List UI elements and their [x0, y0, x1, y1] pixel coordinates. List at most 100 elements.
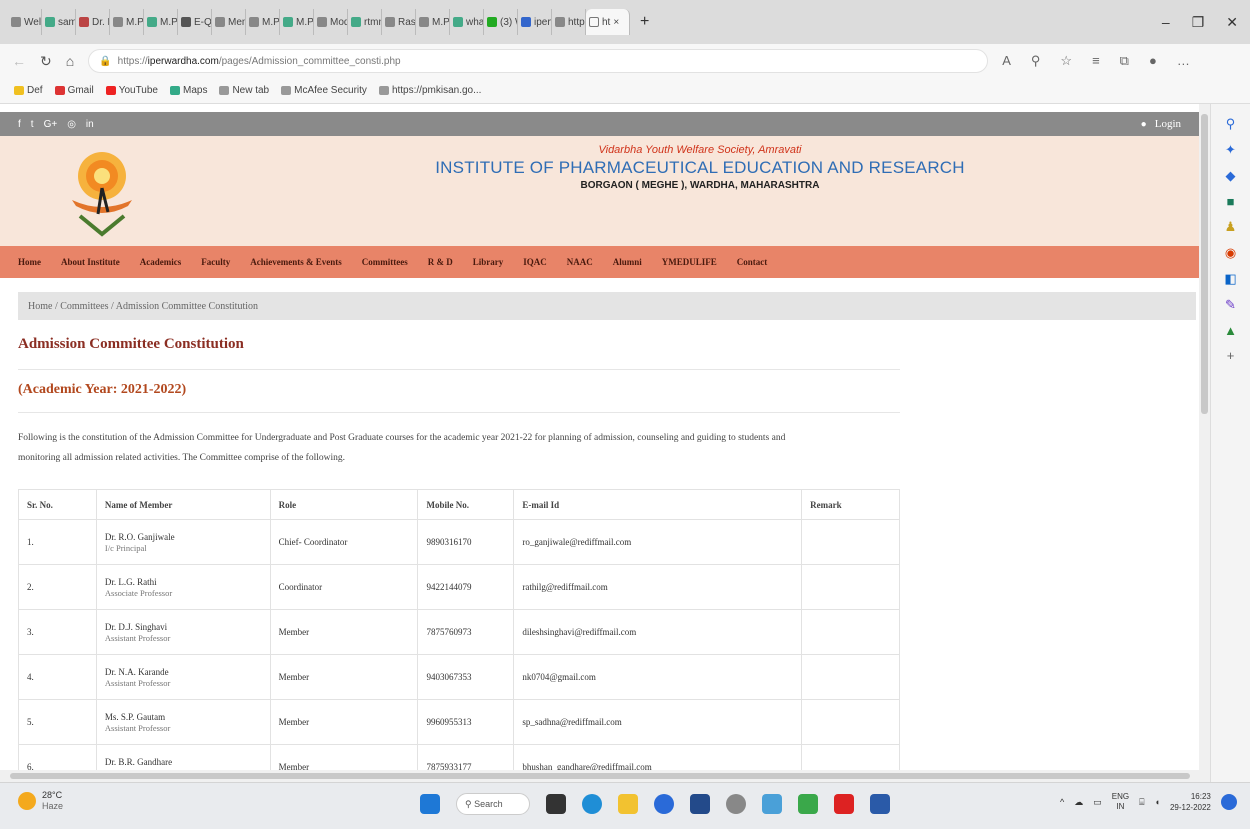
tab-favicon-icon: [521, 17, 531, 27]
browser-tab[interactable]: sampl: [42, 9, 76, 35]
browser-tab[interactable]: M.Pha: [144, 9, 178, 35]
favorite-label: Gmail: [67, 85, 94, 96]
word-icon[interactable]: [870, 794, 890, 814]
back-icon[interactable]: ←: [12, 53, 26, 69]
favorite-item[interactable]: YouTube: [105, 85, 158, 96]
windows-start-icon[interactable]: [420, 794, 440, 814]
browser-tab[interactable]: M.Pha: [280, 9, 314, 35]
tab-close-icon[interactable]: ×: [613, 17, 619, 28]
login-link[interactable]: Login: [1155, 118, 1181, 130]
notification-icon[interactable]: [1220, 794, 1237, 810]
twitter-icon[interactable]: t: [31, 119, 34, 130]
member-role: Coordinator: [269, 564, 419, 610]
browser-tab[interactable]: E-Qua: [178, 9, 212, 35]
nav-item[interactable]: IQAC: [523, 257, 547, 267]
read-aloud-icon[interactable]: A: [1002, 53, 1011, 69]
weather-widget[interactable]: 28°C Haze: [18, 790, 63, 812]
favorites-icon[interactable]: ≡: [1092, 53, 1100, 69]
volume-icon[interactable]: ◖: [1155, 797, 1160, 807]
favorite-item[interactable]: Gmail: [54, 85, 94, 96]
nav-item[interactable]: NAAC: [567, 257, 593, 267]
nav-item[interactable]: Alumni: [613, 257, 642, 267]
tree-icon[interactable]: ▲: [1224, 323, 1237, 338]
search-icon[interactable]: ⚲: [1226, 116, 1236, 132]
favorite-star-icon[interactable]: ☆: [1060, 53, 1072, 69]
close-window-icon[interactable]: ✕: [1226, 14, 1238, 31]
nav-item[interactable]: About Institute: [61, 257, 120, 267]
people-icon[interactable]: ♟: [1225, 219, 1237, 235]
network-icon[interactable]: ⌸: [1139, 797, 1144, 808]
add-icon[interactable]: +: [1227, 348, 1235, 363]
rss-icon[interactable]: ◎: [67, 119, 76, 130]
institute-logo[interactable]: [62, 144, 142, 240]
browser-tab[interactable]: whats: [450, 9, 484, 35]
photos-icon[interactable]: [762, 794, 782, 814]
browser-tab[interactable]: Welcc: [8, 9, 42, 35]
scroll-thumb[interactable]: [10, 773, 1190, 779]
nav-item[interactable]: Contact: [737, 257, 768, 267]
new-tab-button[interactable]: +: [640, 13, 649, 31]
profile-icon[interactable]: ●: [1149, 53, 1157, 69]
tag-icon[interactable]: ◆: [1226, 168, 1236, 184]
minimize-icon[interactable]: –: [1162, 14, 1170, 31]
browser-tab[interactable]: https:: [552, 9, 586, 35]
nav-item[interactable]: Academics: [140, 257, 182, 267]
home-icon[interactable]: ⌂: [66, 53, 74, 69]
sparkle-icon[interactable]: ✦: [1225, 142, 1236, 158]
nav-item[interactable]: Committees: [362, 257, 408, 267]
linkedin-icon[interactable]: in: [86, 119, 94, 130]
favorite-item[interactable]: Maps: [169, 85, 207, 96]
store-icon[interactable]: [690, 794, 710, 814]
browser-tab[interactable]: Rashi: [382, 9, 416, 35]
browser-tab[interactable]: M.Pha: [110, 9, 144, 35]
scroll-thumb[interactable]: [1201, 114, 1208, 414]
nav-item[interactable]: Achievements & Events: [250, 257, 342, 267]
chrome-profile-icon[interactable]: [726, 794, 746, 814]
collections-icon[interactable]: ⧉: [1120, 53, 1129, 69]
briefcase-icon[interactable]: ■: [1227, 194, 1235, 209]
chevron-up-icon[interactable]: ^: [1060, 797, 1064, 807]
taskbar-search[interactable]: ⚲ Search: [456, 793, 530, 815]
nav-item[interactable]: Library: [473, 257, 504, 267]
browser-tab[interactable]: iperw: [518, 9, 552, 35]
vertical-scrollbar[interactable]: [1199, 104, 1210, 782]
task-view-icon[interactable]: [546, 794, 566, 814]
outlook-icon[interactable]: ◧: [1224, 271, 1236, 287]
favorite-item[interactable]: https://pmkisan.go...: [378, 85, 481, 96]
zoom-icon[interactable]: ⚲: [1031, 53, 1041, 69]
browser-tab[interactable]: (3) W: [484, 9, 518, 35]
nav-item[interactable]: YMEDULIFE: [662, 257, 717, 267]
google-plus-icon[interactable]: G+: [44, 119, 58, 130]
browser-tab[interactable]: Menu: [212, 9, 246, 35]
chrome-icon[interactable]: [654, 794, 674, 814]
whatsapp-icon[interactable]: [798, 794, 818, 814]
refresh-icon[interactable]: ↻: [40, 53, 52, 70]
browser-tab[interactable]: rtmnu: [348, 9, 382, 35]
nav-item[interactable]: Faculty: [201, 257, 230, 267]
acrobat-icon[interactable]: [834, 794, 854, 814]
onedrive-icon[interactable]: ☁: [1074, 797, 1083, 808]
browser-tab[interactable]: Mode: [314, 9, 348, 35]
browser-tab[interactable]: M.Pha: [246, 9, 280, 35]
clock[interactable]: 16:23 29-12-2022: [1170, 791, 1211, 813]
horizontal-scrollbar[interactable]: [0, 770, 1199, 782]
restore-icon[interactable]: ❐: [1192, 14, 1205, 31]
tab-favicon-icon: [79, 17, 89, 27]
nav-item[interactable]: Home: [18, 257, 41, 267]
language-indicator[interactable]: ENG IN: [1112, 792, 1129, 812]
display-icon[interactable]: ▭: [1093, 797, 1102, 808]
more-icon[interactable]: …: [1177, 53, 1190, 69]
favorite-item[interactable]: New tab: [219, 85, 269, 96]
active-tab[interactable]: ht ×: [586, 9, 630, 35]
browser-tab[interactable]: M.Pha: [416, 9, 450, 35]
browser-tab[interactable]: Dr. MC: [76, 9, 110, 35]
file-explorer-icon[interactable]: [618, 794, 638, 814]
nav-item[interactable]: R & D: [428, 257, 453, 267]
edit-icon[interactable]: ✎: [1225, 297, 1236, 313]
favorite-item[interactable]: McAfee Security: [281, 85, 367, 96]
office-icon[interactable]: ◉: [1225, 245, 1236, 261]
facebook-icon[interactable]: f: [18, 119, 21, 130]
favorite-item[interactable]: Def: [14, 85, 43, 96]
edge-icon[interactable]: [582, 794, 602, 814]
url-input[interactable]: 🔒 https://iperwardha.com/pages/Admission…: [88, 49, 989, 73]
